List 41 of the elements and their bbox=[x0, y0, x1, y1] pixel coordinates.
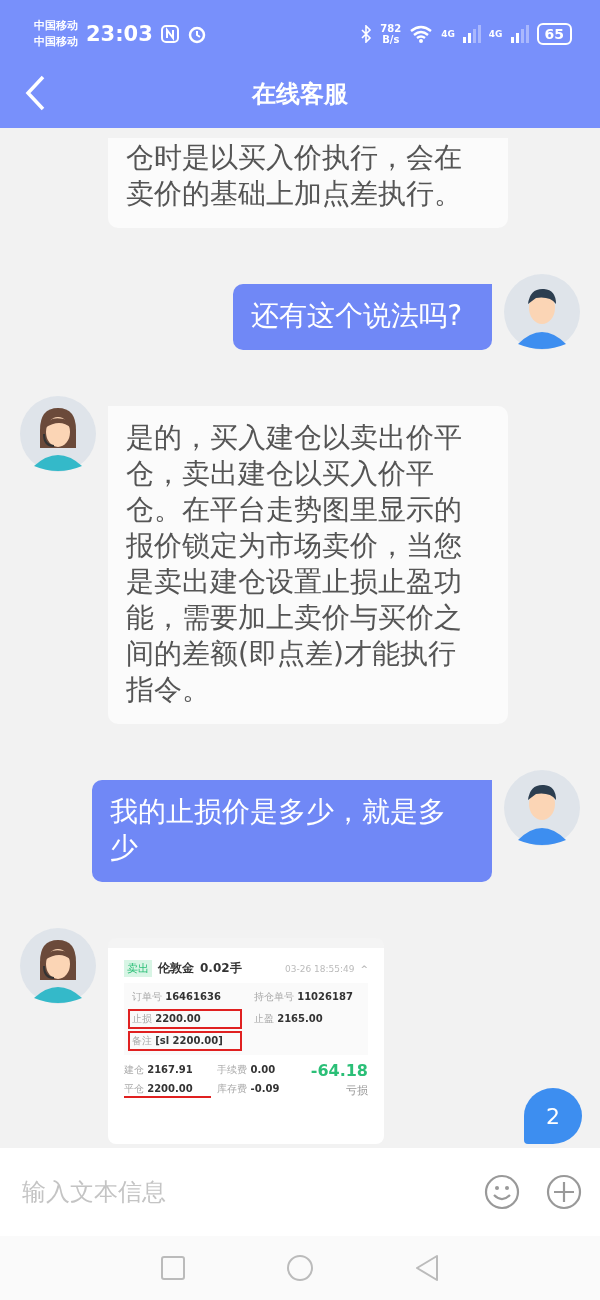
home-icon[interactable] bbox=[286, 1254, 314, 1282]
signal-icon bbox=[510, 25, 529, 43]
detail-field: 订单号 16461636 bbox=[128, 987, 242, 1007]
price-field: 手续费 0.00 bbox=[217, 1062, 305, 1079]
back-nav-icon[interactable] bbox=[414, 1254, 440, 1282]
order-time: 03-26 18:55:49 bbox=[285, 963, 355, 974]
profit-label: 亏损 bbox=[345, 1082, 368, 1098]
bluetooth-icon bbox=[360, 25, 373, 43]
back-icon[interactable] bbox=[24, 74, 46, 112]
price-field: 平仓 2200.00 bbox=[124, 1082, 212, 1098]
chat-message: 仓时是以买入价执行，会在卖价的基础上加点差执行。 bbox=[108, 138, 508, 228]
symbol-name: 伦敦金 bbox=[158, 960, 194, 977]
detail-field: 持仓单号 11026187 bbox=[250, 987, 364, 1007]
caret-text: ^ bbox=[360, 963, 368, 974]
clock-time: 23:03 bbox=[86, 22, 153, 46]
add-icon[interactable] bbox=[546, 1174, 582, 1210]
wifi-icon bbox=[409, 25, 434, 43]
price-field: 建仓 2167.91 bbox=[124, 1062, 212, 1079]
detail-field: 止盈 2165.00 bbox=[250, 1009, 364, 1029]
battery-level: 65 bbox=[536, 23, 572, 45]
carrier-name: 中国移动 bbox=[34, 34, 78, 50]
price-field: 库存费 -0.09 bbox=[217, 1082, 305, 1098]
recent-apps-icon[interactable] bbox=[160, 1255, 186, 1281]
signal-icon bbox=[462, 25, 481, 43]
alarm-icon bbox=[186, 24, 207, 44]
profit-value: -64.18 bbox=[310, 1061, 368, 1080]
page-title: 在线客服 bbox=[252, 79, 348, 110]
chat-message: 是的，买入建仓以卖出价平仓，卖出建仓以买入价平仓。在平台走势图里显示的报价锁定为市场卖价，当您是卖出建仓设置止损止盈功能，需要加上卖价与买价之间的差额(即点差)才能执行指令。 bbox=[108, 406, 508, 724]
lot-size: 0.02手 bbox=[200, 960, 242, 977]
net-speed: B/s bbox=[382, 34, 400, 45]
sell-tag: 卖出 bbox=[124, 960, 152, 977]
network-type: 4G bbox=[441, 29, 455, 39]
detail-field: 备注 [sl 2200.00] bbox=[128, 1031, 242, 1051]
nfc-icon bbox=[160, 25, 179, 43]
chat-message: 我的止损价是多少，就是多少 bbox=[92, 780, 492, 882]
emoji-icon[interactable] bbox=[484, 1174, 520, 1210]
net-speed: 782 bbox=[380, 23, 402, 34]
network-type: 4G bbox=[488, 29, 503, 39]
chat-message: 还有这个说法吗? bbox=[233, 284, 492, 350]
detail-field: 止损 2200.00 bbox=[128, 1009, 242, 1029]
carrier-name: 中国移动 bbox=[34, 18, 78, 34]
